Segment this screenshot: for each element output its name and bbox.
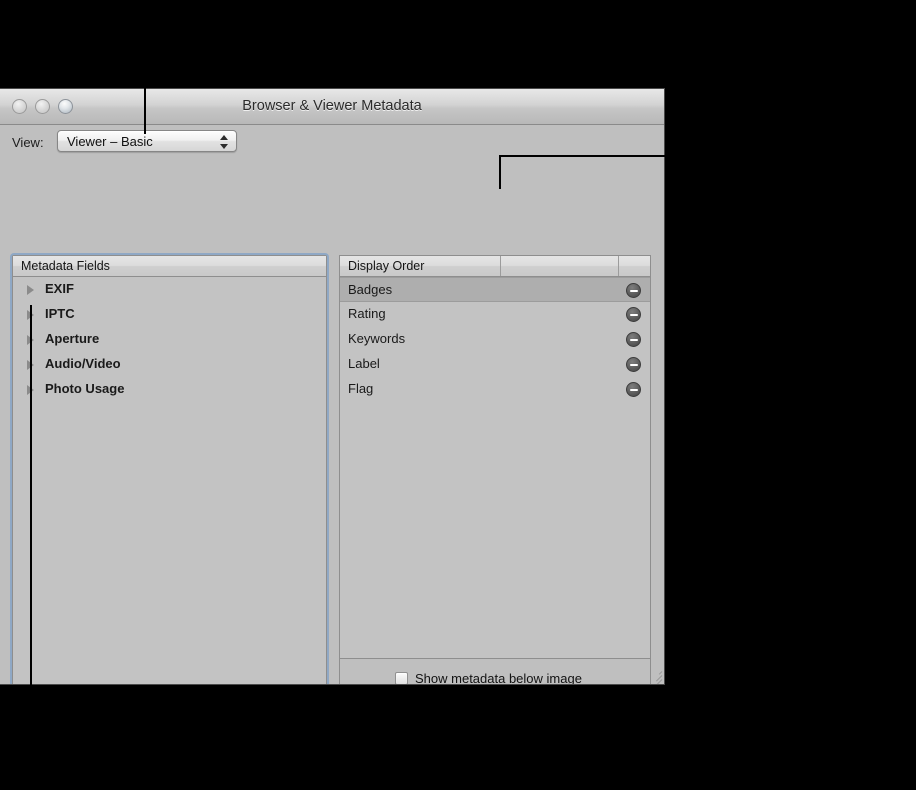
disclosure-triangle-icon[interactable] <box>27 285 34 295</box>
display-order-row-flag[interactable]: Flag <box>340 377 650 402</box>
tree-item-aperture[interactable]: Aperture <box>13 327 326 352</box>
minus-circle-icon[interactable] <box>626 357 641 372</box>
display-order-row-badges[interactable]: Badges <box>340 277 650 302</box>
callout-line-display-order-vertical <box>499 155 501 189</box>
metadata-fields-panel[interactable]: Metadata Fields EXIF IPTC Aperture Audio… <box>12 255 327 684</box>
tree-item-label: Aperture <box>45 331 100 346</box>
display-order-column-headers: Display Order <box>340 256 650 277</box>
display-order-row-rating[interactable]: Rating <box>340 302 650 327</box>
view-label: View: <box>12 135 44 150</box>
callout-line-display-order-horizontal <box>499 155 916 157</box>
metadata-fields-header-label: Metadata Fields <box>21 259 110 273</box>
display-order-header-column-3[interactable] <box>619 256 650 276</box>
display-options-group: Show metadata below image Show metadata … <box>339 659 651 685</box>
resize-grip-icon[interactable] <box>648 668 663 684</box>
display-order-row-label: Rating <box>348 306 386 321</box>
display-order-header-column-2[interactable] <box>501 256 619 276</box>
checkbox-show-metadata-below-image[interactable]: Show metadata below image <box>395 668 582 685</box>
tree-item-exif[interactable]: EXIF <box>13 277 326 302</box>
checkbox-icon[interactable] <box>395 671 408 684</box>
display-order-list[interactable]: Display Order Badges Rating Keywords Lab… <box>339 255 651 659</box>
tree-item-label: Audio/Video <box>45 356 121 371</box>
tree-item-label: EXIF <box>45 281 74 296</box>
tree-item-audio-video[interactable]: Audio/Video <box>13 352 326 377</box>
panels-container: Metadata Fields EXIF IPTC Aperture Audio… <box>0 159 664 684</box>
tree-item-iptc[interactable]: IPTC <box>13 302 326 327</box>
display-order-row-keywords[interactable]: Keywords <box>340 327 650 352</box>
window-titlebar: Browser & Viewer Metadata <box>0 89 664 125</box>
tree-item-label: IPTC <box>45 306 75 321</box>
minus-circle-icon[interactable] <box>626 382 641 397</box>
browser-viewer-metadata-window: Browser & Viewer Metadata View: Viewer –… <box>0 88 665 685</box>
view-popup-value: Viewer – Basic <box>67 134 153 149</box>
tree-item-label: Photo Usage <box>45 381 125 396</box>
callout-line-view-popup <box>144 88 146 134</box>
display-order-header-label: Display Order <box>348 259 425 273</box>
display-order-panel: Display Order Badges Rating Keywords Lab… <box>339 255 651 685</box>
display-order-row-label: Badges <box>348 282 393 297</box>
display-order-rows[interactable]: Badges Rating Keywords Label Flag <box>340 277 650 658</box>
metadata-fields-column-header: Metadata Fields <box>13 256 326 277</box>
minus-circle-icon[interactable] <box>626 307 641 322</box>
display-order-row-label[interactable]: Label <box>340 352 650 377</box>
minus-circle-icon[interactable] <box>626 283 641 298</box>
display-order-row-label: Flag <box>348 381 374 396</box>
checkbox-label: Show metadata below image <box>415 670 582 685</box>
view-row: View: Viewer – Basic <box>0 125 664 159</box>
display-order-row-label: Label <box>348 356 380 371</box>
callout-line-metadata-fields <box>30 305 32 687</box>
display-order-header-column-1[interactable]: Display Order <box>340 256 501 276</box>
tree-item-photo-usage[interactable]: Photo Usage <box>13 377 326 402</box>
metadata-fields-tree[interactable]: EXIF IPTC Aperture Audio/Video Photo Usa… <box>13 277 326 684</box>
minus-circle-icon[interactable] <box>626 332 641 347</box>
window-title: Browser & Viewer Metadata <box>242 98 422 114</box>
display-order-row-label: Keywords <box>348 331 406 346</box>
view-popup-button[interactable]: Viewer – Basic <box>57 130 237 152</box>
chevron-updown-icon <box>220 134 229 150</box>
